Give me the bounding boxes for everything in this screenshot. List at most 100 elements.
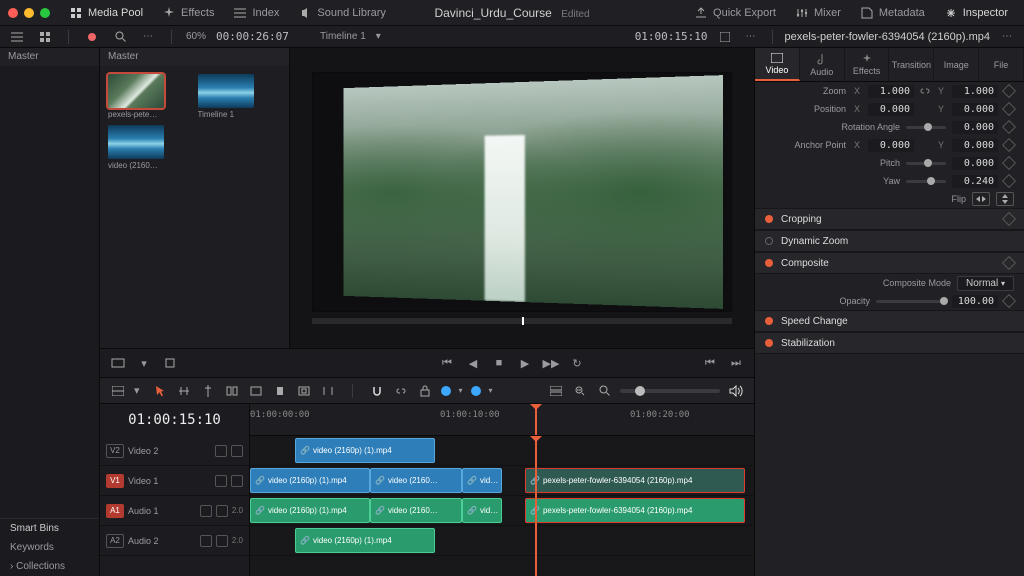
- search-icon[interactable]: [111, 28, 129, 46]
- chevron-down-icon[interactable]: ▾: [489, 386, 493, 395]
- lock-toggle[interactable]: [200, 535, 212, 547]
- track-header-v2[interactable]: V2Video 2: [100, 436, 249, 466]
- inspector-tab-effects[interactable]: Effects: [845, 48, 890, 81]
- timeline-clip[interactable]: 🔗vid…: [462, 468, 502, 493]
- keyframe-button[interactable]: [1002, 102, 1016, 116]
- viewer-scrubber[interactable]: [312, 318, 732, 324]
- trim-tool-icon[interactable]: [176, 383, 192, 399]
- keyframe-button[interactable]: [1002, 294, 1016, 308]
- zoom-y-input[interactable]: 1.000: [952, 85, 998, 98]
- track-lane-v1[interactable]: 🔗video (2160p) (1).mp4🔗video (2160…🔗vid……: [250, 466, 754, 496]
- opacity-slider[interactable]: [876, 300, 946, 303]
- more-icon[interactable]: ⋯: [139, 28, 157, 46]
- inspector-tab-video[interactable]: Video: [755, 48, 800, 81]
- volume-icon[interactable]: [728, 383, 744, 399]
- master-bin[interactable]: Master: [0, 48, 99, 66]
- timeline-name[interactable]: Timeline 1: [320, 31, 366, 42]
- fit-to-fill-icon[interactable]: [296, 383, 312, 399]
- zoom-x-input[interactable]: 1.000: [868, 85, 914, 98]
- sound-library-tab[interactable]: Sound Library: [291, 3, 394, 23]
- match-frame-icon[interactable]: [162, 355, 178, 371]
- timeline-view-icon[interactable]: [110, 383, 126, 399]
- quick-export-button[interactable]: Quick Export: [687, 3, 784, 23]
- lock-toggle[interactable]: [215, 445, 227, 457]
- section-speed-change[interactable]: Speed Change: [755, 310, 1024, 332]
- source-zoom[interactable]: 60%: [186, 31, 206, 42]
- selection-tool-icon[interactable]: [152, 383, 168, 399]
- media-pool-tab[interactable]: Media Pool: [62, 3, 151, 23]
- keyframe-button[interactable]: [1002, 156, 1016, 170]
- more-icon[interactable]: ⋯: [742, 28, 760, 46]
- opacity-input[interactable]: 100.00: [952, 295, 998, 308]
- auto-select-toggle[interactable]: [216, 535, 228, 547]
- timeline-ruler[interactable]: 01:00:00:0001:00:10:0001:00:20:0001:0: [250, 404, 754, 436]
- keyframe-button[interactable]: [1002, 120, 1016, 134]
- metadata-tab[interactable]: Metadata: [853, 3, 933, 23]
- timeline-zoom-slider[interactable]: [620, 389, 720, 393]
- mark-clip-icon[interactable]: [320, 383, 336, 399]
- zoom-out-icon[interactable]: [572, 383, 588, 399]
- timeline-clip[interactable]: 🔗vid…: [462, 498, 502, 523]
- section-cropping[interactable]: Cropping: [755, 208, 1024, 230]
- chevron-down-icon[interactable]: ▾: [134, 384, 140, 397]
- keyframe-button[interactable]: [1002, 84, 1016, 98]
- smart-bin-keywords[interactable]: Keywords: [0, 538, 99, 557]
- index-tab[interactable]: Index: [226, 3, 287, 23]
- inspector-tab-audio[interactable]: Audio: [800, 48, 845, 81]
- insert-icon[interactable]: [224, 383, 240, 399]
- link-icon[interactable]: [393, 383, 409, 399]
- timeline-clip[interactable]: 🔗video (2160p) (1).mp4: [250, 468, 370, 493]
- timeline-clip[interactable]: 🔗video (2160p) (1).mp4: [295, 528, 435, 553]
- chevron-down-icon[interactable]: ▾: [459, 386, 463, 395]
- record-icon[interactable]: [83, 28, 101, 46]
- inspector-tab-file[interactable]: File: [979, 48, 1024, 81]
- source-timecode[interactable]: 00:00:26:07: [216, 30, 289, 43]
- position-y-input[interactable]: 0.000: [952, 103, 998, 116]
- minimize-window-icon[interactable]: [24, 8, 34, 18]
- smart-bins-header[interactable]: Smart Bins: [0, 519, 99, 538]
- effects-tab[interactable]: Effects: [155, 3, 222, 23]
- yaw-slider[interactable]: [906, 180, 946, 183]
- loop-icon[interactable]: ↻: [569, 355, 585, 371]
- track-header-a1[interactable]: A1Audio 12.0: [100, 496, 249, 526]
- keyframe-button[interactable]: [1002, 174, 1016, 188]
- next-edit-icon[interactable]: ⏭: [728, 355, 744, 371]
- anchor-x-input[interactable]: 0.000: [868, 139, 914, 152]
- smart-bin-collections[interactable]: › Collections: [0, 557, 99, 576]
- flip-h-button[interactable]: [972, 192, 990, 206]
- timeline-options-icon[interactable]: [548, 383, 564, 399]
- inspector-tab-transition[interactable]: Transition: [889, 48, 934, 81]
- zoom-window-icon[interactable]: [40, 8, 50, 18]
- window-controls[interactable]: [8, 8, 50, 18]
- search-icon[interactable]: [596, 383, 612, 399]
- auto-select-toggle[interactable]: [216, 505, 228, 517]
- section-composite[interactable]: Composite: [755, 252, 1024, 274]
- position-x-input[interactable]: 0.000: [868, 103, 914, 116]
- timeline-clip[interactable]: 🔗video (2160p) (1).mp4: [295, 438, 435, 463]
- mark-in-out-icon[interactable]: [110, 355, 126, 371]
- timeline-clip[interactable]: 🔗video (2160…: [370, 468, 462, 493]
- media-thumb[interactable]: Timeline 1: [198, 74, 282, 119]
- inspector-tab[interactable]: Inspector: [937, 3, 1016, 23]
- overwrite-icon[interactable]: [248, 383, 264, 399]
- media-thumb[interactable]: video (2160…: [108, 125, 192, 170]
- track-header-a2[interactable]: A2Audio 22.0: [100, 526, 249, 556]
- replace-icon[interactable]: [272, 383, 288, 399]
- timeline-clip[interactable]: 🔗pexels-peter-fowler-6394054 (2160p).mp4: [525, 468, 745, 493]
- media-thumb[interactable]: pexels-pete…: [108, 74, 192, 119]
- anchor-y-input[interactable]: 0.000: [952, 139, 998, 152]
- viewer-options-icon[interactable]: [716, 28, 734, 46]
- flag-blue-icon[interactable]: [441, 386, 451, 396]
- link-icon[interactable]: [920, 86, 930, 96]
- section-dynamic-zoom[interactable]: Dynamic Zoom: [755, 230, 1024, 252]
- play-icon[interactable]: ▶: [517, 355, 533, 371]
- lock-toggle[interactable]: [215, 475, 227, 487]
- timeline-timecode[interactable]: 01:00:15:10: [128, 412, 221, 428]
- stop-icon[interactable]: ■: [491, 355, 507, 371]
- rotation-input[interactable]: 0.000: [952, 121, 998, 134]
- track-header-v1[interactable]: V1Video 1: [100, 466, 249, 496]
- mixer-tab[interactable]: Mixer: [788, 3, 849, 23]
- record-timecode[interactable]: 01:00:15:10: [635, 30, 708, 43]
- lock-icon[interactable]: [417, 383, 433, 399]
- more-icon[interactable]: ⋯: [998, 28, 1016, 46]
